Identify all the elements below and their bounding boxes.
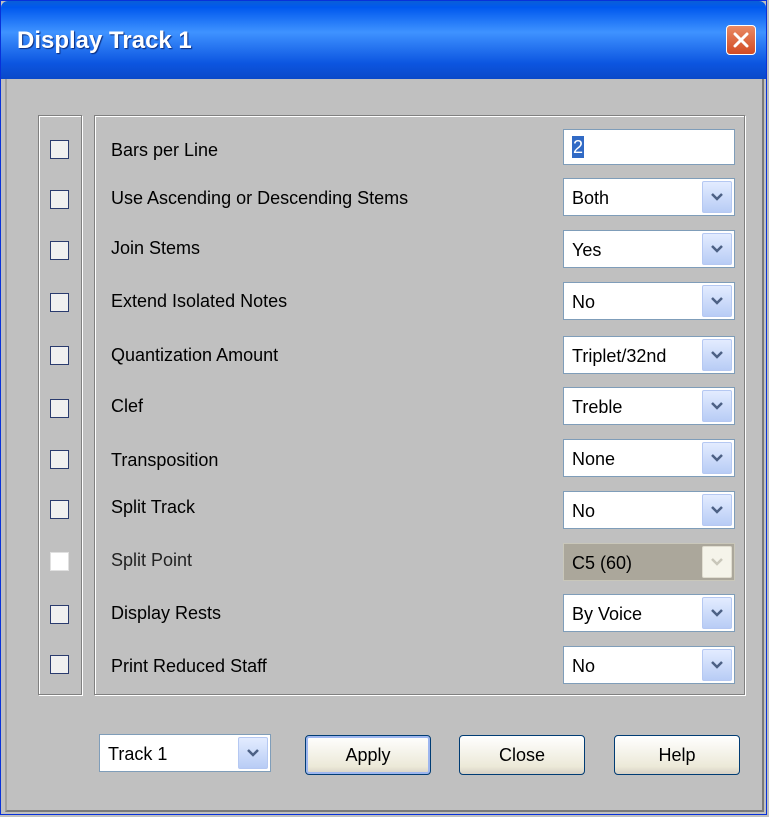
bars-per-line-value: 2	[572, 136, 585, 158]
checkbox-split-point[interactable]	[50, 552, 69, 571]
dialog-window: Display Track 1 Bars per Line 2 Use Asce…	[0, 0, 767, 815]
display-rests-select-arrow[interactable]	[702, 597, 732, 629]
track-select[interactable]: Track 1	[99, 734, 271, 772]
split-track-select[interactable]: No	[563, 491, 735, 529]
checkbox-split-track[interactable]	[50, 500, 69, 519]
label-split-point: Split Point	[111, 550, 193, 570]
transposition-select[interactable]: None	[563, 439, 735, 477]
chevron-down-icon	[711, 193, 723, 201]
split-point-select: C5 (60)	[563, 543, 735, 581]
split-point-select-arrow	[702, 546, 732, 578]
checkbox-extend-isolated-notes[interactable]	[50, 293, 69, 312]
close-button[interactable]: Close	[459, 735, 585, 775]
transposition-select-value: None	[572, 449, 616, 469]
join-stems-select-value: Yes	[572, 240, 602, 260]
close-icon	[733, 32, 749, 48]
label-transposition: Transposition	[111, 450, 219, 470]
display-rests-select-value: By Voice	[572, 604, 643, 624]
checkbox-transposition[interactable]	[50, 450, 69, 469]
join-stems-select[interactable]: Yes	[563, 230, 735, 268]
print-reduced-staff-select-arrow[interactable]	[702, 649, 732, 681]
apply-button[interactable]: Apply	[305, 735, 431, 775]
split-track-select-arrow[interactable]	[702, 494, 732, 526]
track-select-value: Track 1	[108, 744, 168, 764]
stems-select-arrow[interactable]	[702, 181, 732, 213]
label-print-reduced-staff: Print Reduced Staff	[111, 656, 267, 676]
checkbox-clef[interactable]	[50, 399, 69, 418]
join-stems-select-arrow[interactable]	[702, 233, 732, 265]
label-join-stems: Join Stems	[111, 238, 201, 258]
checkbox-join-stems[interactable]	[50, 241, 69, 260]
chevron-down-icon	[711, 609, 723, 617]
chevron-down-icon	[247, 749, 259, 757]
print-reduced-staff-select[interactable]: No	[563, 646, 735, 684]
checkbox-stems[interactable]	[50, 190, 69, 209]
chevron-down-icon	[711, 351, 723, 359]
stems-select[interactable]: Both	[563, 178, 735, 216]
clef-select-arrow[interactable]	[702, 390, 732, 422]
quantization-amount-select-arrow[interactable]	[702, 339, 732, 371]
chevron-down-icon	[711, 402, 723, 410]
label-stems: Use Ascending or Descending Stems	[111, 188, 409, 208]
split-track-select-value: No	[572, 501, 596, 521]
bars-per-line-input[interactable]: 2	[563, 129, 735, 165]
print-reduced-staff-select-value: No	[572, 656, 596, 676]
chevron-down-icon	[711, 245, 723, 253]
display-rests-select[interactable]: By Voice	[563, 594, 735, 632]
title-bar[interactable]: Display Track 1	[1, 1, 766, 79]
close-window-button[interactable]	[726, 25, 756, 55]
label-quantization-amount: Quantization Amount	[111, 345, 279, 365]
chevron-down-icon	[711, 558, 723, 566]
label-display-rests: Display Rests	[111, 603, 222, 623]
stems-select-value: Both	[572, 188, 610, 208]
chevron-down-icon	[711, 454, 723, 462]
chevron-down-icon	[711, 297, 723, 305]
clef-select-value: Treble	[572, 397, 623, 417]
chevron-down-icon	[711, 661, 723, 669]
label-split-track: Split Track	[111, 497, 196, 517]
label-extend-isolated-notes: Extend Isolated Notes	[111, 291, 288, 311]
quantization-amount-select-value: Triplet/32nd	[572, 346, 667, 366]
help-button[interactable]: Help	[614, 735, 740, 775]
chevron-down-icon	[711, 506, 723, 514]
split-point-select-value: C5 (60)	[572, 553, 633, 573]
checkbox-display-rests[interactable]	[50, 605, 69, 624]
extend-isolated-notes-select[interactable]: No	[563, 282, 735, 320]
label-clef: Clef	[111, 396, 144, 416]
checkbox-quantization-amount[interactable]	[50, 346, 69, 365]
checkbox-print-reduced-staff[interactable]	[50, 655, 69, 674]
transposition-select-arrow[interactable]	[702, 442, 732, 474]
quantization-amount-select[interactable]: Triplet/32nd	[563, 336, 735, 374]
clef-select[interactable]: Treble	[563, 387, 735, 425]
window-title: Display Track 1	[17, 27, 192, 54]
label-bars-per-line: Bars per Line	[111, 140, 219, 160]
track-select-arrow[interactable]	[238, 737, 268, 769]
extend-isolated-notes-select-arrow[interactable]	[702, 285, 732, 317]
checkbox-bars-per-line[interactable]	[50, 140, 69, 159]
extend-isolated-notes-select-value: No	[572, 292, 596, 312]
